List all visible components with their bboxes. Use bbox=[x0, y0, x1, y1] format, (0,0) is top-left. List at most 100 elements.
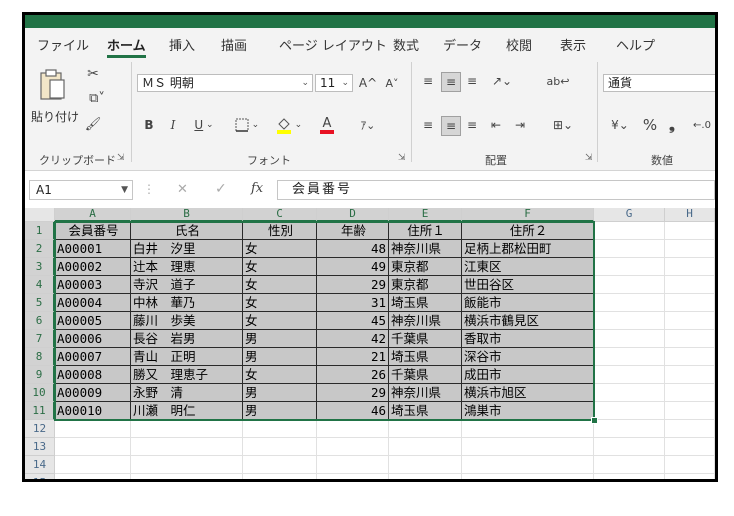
empty-cell[interactable] bbox=[317, 438, 389, 456]
empty-cell[interactable] bbox=[131, 420, 243, 438]
align-bottom-icon[interactable]: ≡ bbox=[463, 72, 481, 90]
align-middle-icon[interactable]: ≡ bbox=[441, 72, 461, 92]
empty-cell[interactable] bbox=[594, 330, 665, 348]
row-header-14[interactable]: 14 bbox=[25, 456, 55, 474]
empty-cell[interactable] bbox=[665, 348, 715, 366]
table-cell[interactable]: 江東区 bbox=[462, 258, 594, 276]
header-cell[interactable]: 会員番号 bbox=[55, 222, 131, 240]
cut-icon[interactable]: ✂ bbox=[85, 66, 101, 82]
table-cell[interactable]: 千葉県 bbox=[389, 330, 462, 348]
copy-icon[interactable]: ⧉˅ bbox=[85, 90, 109, 106]
empty-cell[interactable] bbox=[594, 366, 665, 384]
tab-2[interactable]: 挿入 bbox=[169, 35, 195, 54]
number-format-combo[interactable]: 通貨 bbox=[603, 74, 715, 92]
row-header-13[interactable]: 13 bbox=[25, 438, 55, 456]
table-cell[interactable]: A00004 bbox=[55, 294, 131, 312]
empty-cell[interactable] bbox=[55, 456, 131, 474]
table-cell[interactable]: 永野 清 bbox=[131, 384, 243, 402]
row-header-11[interactable]: 11 bbox=[25, 402, 55, 420]
empty-cell[interactable] bbox=[594, 438, 665, 456]
format-painter-icon[interactable]: 🖌 bbox=[85, 116, 102, 132]
empty-cell[interactable] bbox=[594, 294, 665, 312]
empty-cell[interactable] bbox=[243, 420, 317, 438]
table-cell[interactable]: A00005 bbox=[55, 312, 131, 330]
align-top-icon[interactable]: ≡ bbox=[419, 72, 437, 90]
table-cell[interactable]: 深谷市 bbox=[462, 348, 594, 366]
empty-cell[interactable] bbox=[317, 456, 389, 474]
empty-cell[interactable] bbox=[594, 384, 665, 402]
empty-cell[interactable] bbox=[594, 222, 665, 240]
name-box[interactable]: A1 ▼ bbox=[29, 180, 133, 200]
empty-cell[interactable] bbox=[665, 474, 715, 479]
table-cell[interactable]: 49 bbox=[317, 258, 389, 276]
font-color-button[interactable]: A bbox=[311, 114, 343, 136]
table-cell[interactable]: 埼玉県 bbox=[389, 402, 462, 420]
table-cell[interactable]: A00002 bbox=[55, 258, 131, 276]
tab-5[interactable]: 数式 bbox=[393, 35, 419, 54]
empty-cell[interactable] bbox=[594, 348, 665, 366]
table-cell[interactable]: 42 bbox=[317, 330, 389, 348]
empty-cell[interactable] bbox=[665, 276, 715, 294]
header-cell[interactable]: 氏名 bbox=[131, 222, 243, 240]
table-cell[interactable]: 29 bbox=[317, 384, 389, 402]
empty-cell[interactable] bbox=[131, 456, 243, 474]
empty-cell[interactable] bbox=[665, 366, 715, 384]
table-cell[interactable]: 千葉県 bbox=[389, 366, 462, 384]
row-header-12[interactable]: 12 bbox=[25, 420, 55, 438]
row-header-2[interactable]: 2 bbox=[25, 240, 55, 258]
empty-cell[interactable] bbox=[665, 456, 715, 474]
table-cell[interactable]: 男 bbox=[243, 330, 317, 348]
table-cell[interactable]: 東京都 bbox=[389, 258, 462, 276]
table-cell[interactable]: 長谷 岩男 bbox=[131, 330, 243, 348]
row-header-6[interactable]: 6 bbox=[25, 312, 55, 330]
italic-button[interactable]: I bbox=[165, 116, 181, 134]
column-header-G[interactable]: G bbox=[594, 208, 665, 222]
table-cell[interactable]: 男 bbox=[243, 384, 317, 402]
tab-3[interactable]: 描画 bbox=[221, 35, 247, 54]
empty-cell[interactable] bbox=[462, 474, 594, 479]
table-cell[interactable]: A00001 bbox=[55, 240, 131, 258]
row-header-5[interactable]: 5 bbox=[25, 294, 55, 312]
empty-cell[interactable] bbox=[665, 294, 715, 312]
empty-cell[interactable] bbox=[243, 438, 317, 456]
empty-cell[interactable] bbox=[55, 438, 131, 456]
table-cell[interactable]: 辻本 理恵 bbox=[131, 258, 243, 276]
empty-cell[interactable] bbox=[665, 312, 715, 330]
row-header-10[interactable]: 10 bbox=[25, 384, 55, 402]
table-cell[interactable]: 男 bbox=[243, 402, 317, 420]
column-header-E[interactable]: E bbox=[389, 208, 462, 222]
align-right-icon[interactable]: ≡ bbox=[463, 116, 481, 134]
table-cell[interactable]: 東京都 bbox=[389, 276, 462, 294]
confirm-entry-button[interactable]: ✓ bbox=[215, 181, 227, 197]
empty-cell[interactable] bbox=[665, 420, 715, 438]
table-cell[interactable]: 成田市 bbox=[462, 366, 594, 384]
table-cell[interactable]: 女 bbox=[243, 276, 317, 294]
table-cell[interactable]: 鴻巣市 bbox=[462, 402, 594, 420]
formula-input[interactable]: 会員番号 bbox=[277, 180, 715, 200]
grow-font-button[interactable]: A^ bbox=[357, 74, 379, 92]
empty-cell[interactable] bbox=[594, 456, 665, 474]
empty-cell[interactable] bbox=[665, 402, 715, 420]
table-cell[interactable]: 48 bbox=[317, 240, 389, 258]
row-header-9[interactable]: 9 bbox=[25, 366, 55, 384]
table-cell[interactable]: 世田谷区 bbox=[462, 276, 594, 294]
table-cell[interactable]: 横浜市旭区 bbox=[462, 384, 594, 402]
empty-cell[interactable] bbox=[317, 474, 389, 479]
underline-button[interactable]: U ⌄ bbox=[189, 116, 219, 134]
select-all-corner[interactable] bbox=[25, 208, 55, 222]
table-cell[interactable]: 青山 正明 bbox=[131, 348, 243, 366]
column-header-B[interactable]: B bbox=[131, 208, 243, 222]
tab-1[interactable]: ホーム bbox=[107, 35, 146, 58]
table-cell[interactable]: A00003 bbox=[55, 276, 131, 294]
orientation-icon[interactable]: ↗⌄ bbox=[487, 72, 517, 90]
empty-cell[interactable] bbox=[317, 420, 389, 438]
percent-style-button[interactable]: % bbox=[641, 116, 659, 134]
table-cell[interactable]: 31 bbox=[317, 294, 389, 312]
table-cell[interactable]: 寺沢 道子 bbox=[131, 276, 243, 294]
empty-cell[interactable] bbox=[55, 420, 131, 438]
column-header-F[interactable]: F bbox=[462, 208, 594, 222]
empty-cell[interactable] bbox=[594, 402, 665, 420]
empty-cell[interactable] bbox=[665, 330, 715, 348]
header-cell[interactable]: 性別 bbox=[243, 222, 317, 240]
empty-cell[interactable] bbox=[594, 420, 665, 438]
